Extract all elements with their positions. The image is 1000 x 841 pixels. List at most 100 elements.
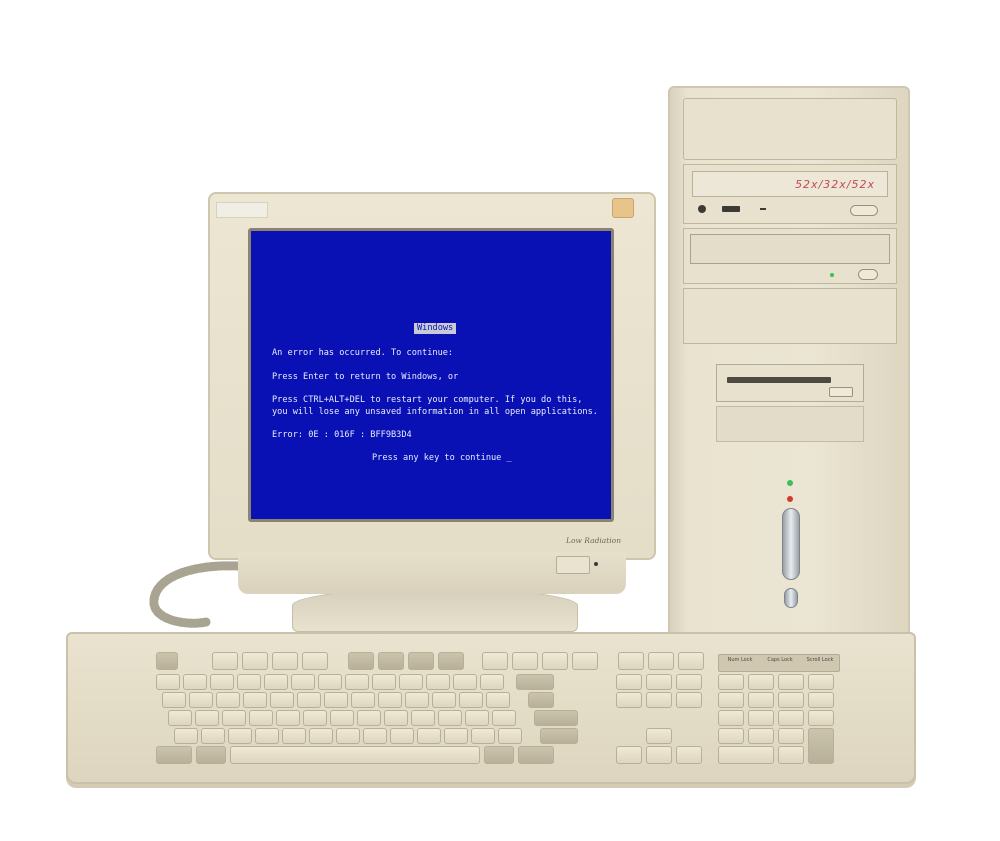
keyboard-key[interactable] (372, 674, 396, 690)
keyboard-key[interactable] (808, 674, 834, 690)
keyboard-key[interactable] (216, 692, 240, 708)
keyboard-key[interactable] (156, 746, 192, 764)
keyboard-key[interactable] (482, 652, 508, 670)
keyboard-key[interactable] (646, 728, 672, 744)
reset-button[interactable] (784, 588, 798, 608)
keyboard-key[interactable] (243, 692, 267, 708)
keyboard-key[interactable] (324, 692, 348, 708)
keyboard-key[interactable] (309, 728, 333, 744)
keyboard-key[interactable] (498, 728, 522, 744)
keyboard-key[interactable] (540, 728, 578, 744)
keyboard-key[interactable] (417, 728, 441, 744)
keyboard-key[interactable] (282, 728, 306, 744)
floppy-slot[interactable] (727, 377, 831, 383)
keyboard-key[interactable] (808, 728, 834, 764)
keyboard-key[interactable] (718, 728, 744, 744)
keyboard-key[interactable] (646, 692, 672, 708)
keyboard-key[interactable] (646, 674, 672, 690)
keyboard-key[interactable] (528, 692, 554, 708)
monitor-power-button[interactable] (556, 556, 590, 574)
keyboard-key[interactable] (384, 710, 408, 726)
keyboard-key[interactable] (222, 710, 246, 726)
keyboard-key[interactable] (718, 746, 774, 764)
keyboard-key[interactable] (718, 692, 744, 708)
keyboard-key[interactable] (572, 652, 598, 670)
keyboard-key[interactable] (748, 710, 774, 726)
keyboard-key[interactable] (484, 746, 514, 764)
keyboard-key[interactable] (426, 674, 450, 690)
keyboard-key[interactable] (411, 710, 435, 726)
cd-eject-button[interactable] (850, 205, 878, 216)
keyboard-key[interactable] (512, 652, 538, 670)
keyboard-key[interactable] (399, 674, 423, 690)
keyboard-key[interactable] (459, 692, 483, 708)
keyboard-key[interactable] (480, 674, 504, 690)
keyboard-key[interactable] (808, 710, 834, 726)
keyboard-key[interactable] (748, 674, 774, 690)
keyboard-key[interactable] (183, 674, 207, 690)
keyboard-key[interactable] (618, 652, 644, 670)
keyboard-key[interactable] (270, 692, 294, 708)
keyboard-key[interactable] (249, 710, 273, 726)
keyboard-key[interactable] (351, 692, 375, 708)
keyboard-key[interactable] (302, 652, 328, 670)
keyboard-key[interactable] (272, 652, 298, 670)
keyboard-key[interactable] (255, 728, 279, 744)
keyboard-key[interactable] (237, 674, 261, 690)
keyboard-key[interactable] (778, 746, 804, 764)
keyboard-key[interactable] (616, 674, 642, 690)
keyboard-key[interactable] (438, 710, 462, 726)
keyboard-key[interactable] (616, 692, 642, 708)
keyboard-key[interactable] (676, 746, 702, 764)
keyboard-key[interactable] (390, 728, 414, 744)
keyboard-key[interactable] (465, 710, 489, 726)
keyboard-key[interactable] (646, 746, 672, 764)
keyboard-key[interactable] (168, 710, 192, 726)
keyboard-key[interactable] (748, 728, 774, 744)
keyboard-key[interactable] (195, 710, 219, 726)
keyboard-key[interactable] (516, 674, 554, 690)
keyboard-key[interactable] (162, 692, 186, 708)
keyboard-key[interactable] (156, 674, 180, 690)
keyboard-key[interactable] (318, 674, 342, 690)
keyboard-key[interactable] (303, 710, 327, 726)
keyboard-key[interactable] (336, 728, 360, 744)
keyboard-key[interactable] (718, 674, 744, 690)
keyboard-key[interactable] (808, 692, 834, 708)
keyboard-key[interactable] (297, 692, 321, 708)
keyboard-key[interactable] (212, 652, 238, 670)
keyboard-key[interactable] (432, 692, 456, 708)
keyboard-key[interactable] (648, 652, 674, 670)
keyboard-key[interactable] (210, 674, 234, 690)
keyboard-key[interactable] (291, 674, 315, 690)
keyboard-key[interactable] (156, 652, 178, 670)
keyboard-key[interactable] (492, 710, 516, 726)
keyboard-key[interactable] (778, 674, 804, 690)
keyboard-key[interactable] (196, 746, 226, 764)
cd-eject-button-2[interactable] (858, 269, 878, 280)
keyboard-key[interactable] (471, 728, 495, 744)
keyboard-key[interactable] (330, 710, 354, 726)
cd-tray-2[interactable] (690, 234, 890, 264)
keyboard-key[interactable] (486, 692, 510, 708)
keyboard-key[interactable] (363, 728, 387, 744)
keyboard-key[interactable] (542, 652, 568, 670)
keyboard-key[interactable] (444, 728, 468, 744)
keyboard-key[interactable] (345, 674, 369, 690)
keyboard-key[interactable] (518, 746, 554, 764)
keyboard-key[interactable] (676, 692, 702, 708)
keyboard-key[interactable] (718, 710, 744, 726)
keyboard-key[interactable] (189, 692, 213, 708)
keyboard-key[interactable] (378, 652, 404, 670)
cd-tray[interactable]: 52x/32x/52x (692, 171, 888, 197)
keyboard-key[interactable] (678, 652, 704, 670)
keyboard-key[interactable] (276, 710, 300, 726)
keyboard-key[interactable] (348, 652, 374, 670)
keyboard-key[interactable] (408, 652, 434, 670)
keyboard-key[interactable] (748, 692, 774, 708)
power-button[interactable] (782, 508, 800, 580)
keyboard-key[interactable] (453, 674, 477, 690)
keyboard-key[interactable] (378, 692, 402, 708)
keyboard-key[interactable] (534, 710, 578, 726)
keyboard-key[interactable] (242, 652, 268, 670)
